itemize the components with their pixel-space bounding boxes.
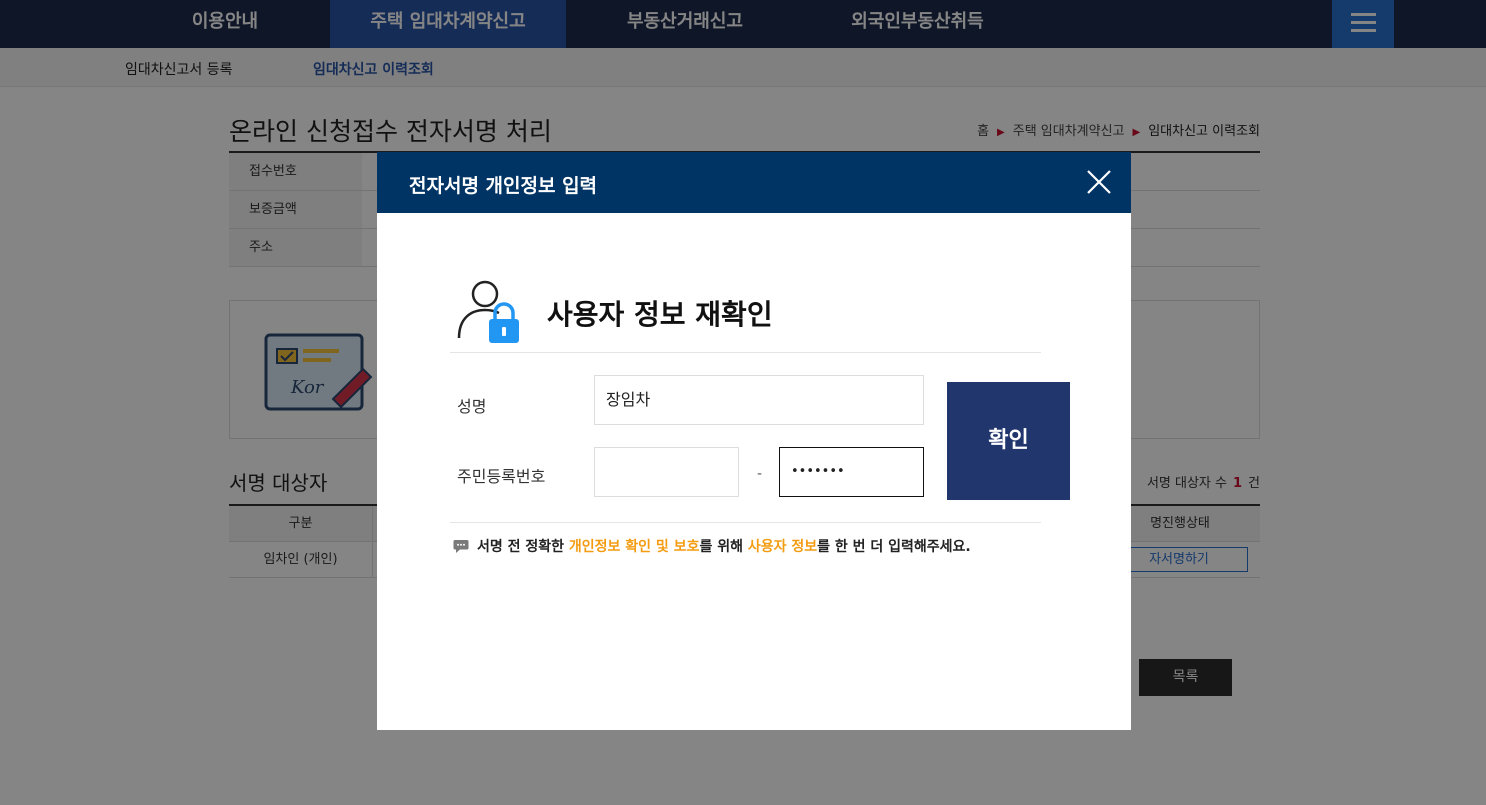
modal-divider	[450, 352, 1041, 353]
rrn-label: 주민등록번호	[457, 467, 546, 486]
user-info-modal: 전자서명 개인정보 입력 사용자 정보 재확인 성명 장임차 주민등록번호 - …	[377, 152, 1131, 730]
name-label: 성명	[457, 397, 487, 416]
modal-header: 전자서명 개인정보 입력	[377, 152, 1131, 213]
name-input[interactable]: 장임차	[594, 375, 924, 425]
confirm-button[interactable]: 확인	[947, 382, 1070, 500]
close-icon[interactable]	[1085, 168, 1113, 196]
rrn-back-input[interactable]: •••••••	[779, 447, 924, 497]
rrn-front-input[interactable]	[594, 447, 739, 497]
notice-text: 서명 전 정확한 개인정보 확인 및 보호를 위해 사용자 정보를 한 번 더 …	[453, 536, 971, 556]
rrn-dash: -	[757, 466, 763, 482]
modal-subtitle: 사용자 정보 재확인	[547, 298, 773, 331]
user-lock-icon	[457, 280, 519, 343]
modal-title: 전자서명 개인정보 입력	[409, 175, 598, 197]
modal-divider	[450, 522, 1041, 523]
speech-bubble-icon	[453, 540, 469, 553]
